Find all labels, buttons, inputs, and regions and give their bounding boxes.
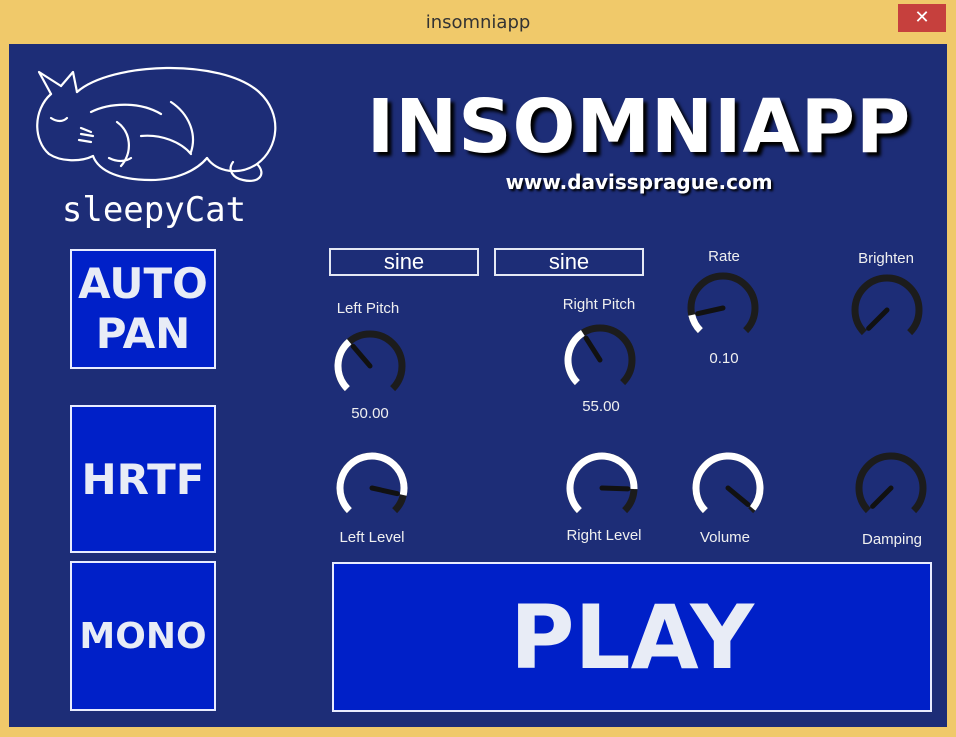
rate-fill	[688, 313, 704, 334]
volume-label: Volume	[699, 529, 751, 546]
app-panel: sleepyCat INSOMNIAPP www.davissprague.co…	[9, 44, 947, 727]
right-level-pointer	[599, 485, 631, 492]
left-pitch-label: Left Pitch	[336, 300, 400, 317]
volume-pointer	[725, 485, 751, 508]
brighten-label: Brighten	[858, 250, 914, 267]
left-level-knob[interactable]	[332, 448, 412, 528]
sleeping-cat-icon	[36, 66, 277, 182]
rate-label: Rate	[708, 248, 740, 265]
hrtf-label: HRTF	[81, 454, 205, 504]
rate-track	[687, 272, 759, 334]
right-level-label: Right Level	[566, 527, 642, 544]
rate-knob[interactable]	[683, 268, 763, 348]
website-url: www.davissprague.com	[505, 170, 773, 194]
close-button[interactable]: ✕	[898, 4, 946, 32]
autopan-button[interactable]: AUTO PAN	[70, 249, 216, 369]
rate-value: 0.10	[709, 350, 739, 367]
autopan-label-line2: PAN	[95, 309, 191, 358]
play-button[interactable]: PLAY	[332, 562, 932, 712]
damping-knob[interactable]	[851, 448, 931, 528]
rate-pointer	[695, 305, 726, 317]
brighten-track	[851, 274, 923, 336]
left-pitch-fill	[334, 339, 352, 392]
volume-knob[interactable]	[688, 448, 768, 528]
right-waveform-select[interactable]: sine	[494, 248, 644, 276]
right-level-fill	[566, 452, 638, 514]
right-level-knob[interactable]	[562, 448, 642, 528]
mono-button[interactable]: MONO	[70, 561, 216, 711]
title-bar: insomniapp ✕	[0, 0, 956, 44]
right-pitch-value: 55.00	[582, 398, 620, 415]
brighten-knob[interactable]	[847, 270, 927, 350]
left-pitch-value: 50.00	[351, 405, 389, 422]
autopan-label-line1: AUTO	[78, 259, 208, 308]
right-pitch-fill	[564, 330, 585, 386]
right-pitch-pointer	[583, 335, 603, 363]
left-level-label: Left Level	[339, 529, 405, 546]
logo-text: sleepyCat	[61, 190, 247, 230]
damping-track	[855, 452, 927, 514]
mono-label: MONO	[79, 615, 207, 657]
hrtf-button[interactable]: HRTF	[70, 405, 216, 553]
right-pitch-knob[interactable]	[560, 320, 640, 400]
brighten-pointer	[866, 307, 890, 331]
left-level-fill	[336, 452, 408, 514]
right-pitch-label: Right Pitch	[562, 296, 636, 313]
damping-label: Damping	[861, 531, 923, 548]
left-pitch-knob[interactable]	[330, 326, 410, 406]
left-pitch-pointer	[350, 343, 373, 369]
left-waveform-select[interactable]: sine	[329, 248, 479, 276]
play-label: PLAY	[510, 585, 754, 689]
volume-fill	[692, 452, 764, 514]
damping-pointer	[870, 485, 894, 509]
window-title: insomniapp	[425, 12, 531, 33]
app-title: INSOMNIAPP	[366, 84, 912, 170]
left-level-pointer	[369, 485, 400, 497]
